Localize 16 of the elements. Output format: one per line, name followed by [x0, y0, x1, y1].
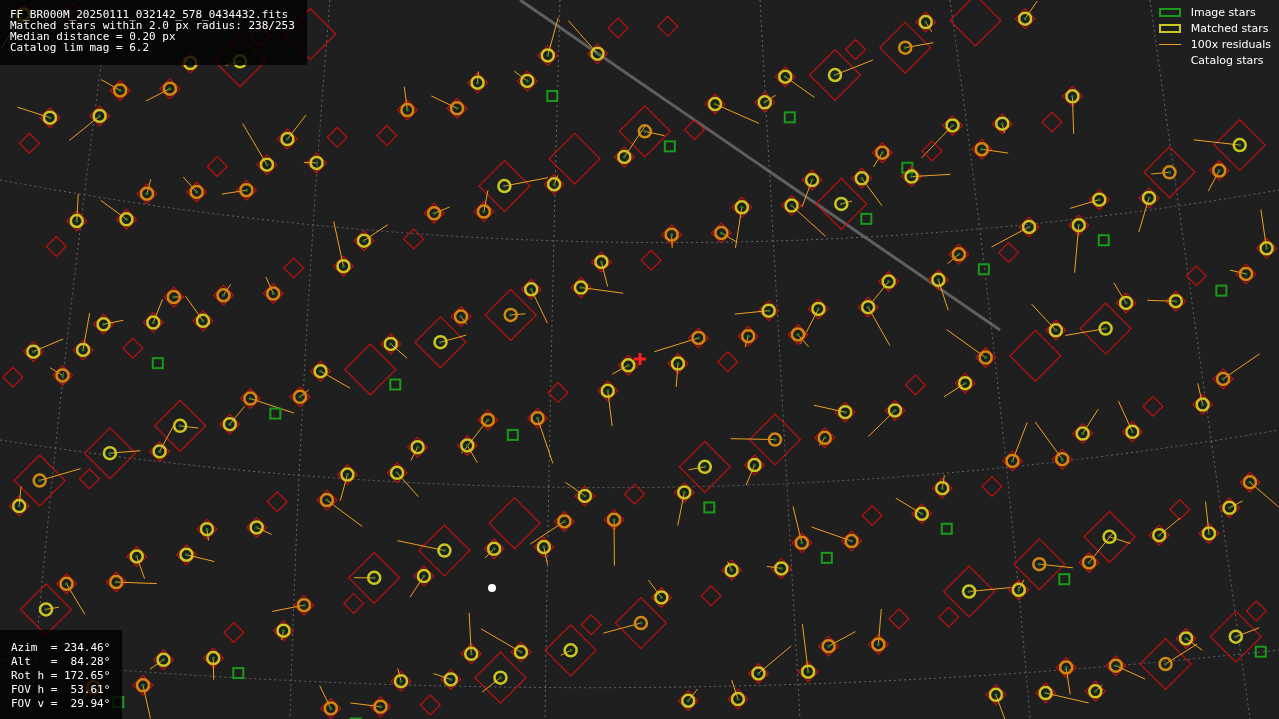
- info-text: Matched stars within 2.0 px radius: 238/253: [10, 20, 295, 31]
- info-text: Median distance = 0.20 px: [10, 31, 176, 42]
- legend-label: Matched stars: [1190, 22, 1269, 35]
- info-text: FF_BR000M_20250111_032142_578_0434432.fits: [10, 9, 290, 20]
- info-text: Catalog lim mag = 6.2: [10, 42, 151, 53]
- residual-line-icon: [1158, 44, 1181, 45]
- pointing-text: FOV h = 53.61°: [11, 683, 112, 697]
- matched-star-rectangle-icon: [1158, 24, 1181, 33]
- legend-label: Image stars: [1190, 6, 1256, 19]
- legend-label: Catalog stars: [1190, 54, 1264, 67]
- pointing-text: Azim = 234.46°: [11, 641, 112, 655]
- legend-label: 100x residuals: [1190, 38, 1271, 51]
- pointing-text: FOV v = 29.94°: [11, 697, 112, 711]
- image-star-rectangle-icon: [1158, 8, 1181, 17]
- pointing-text: Alt = 84.28°: [11, 655, 112, 669]
- pointing-text: Rot h = 172.65°: [11, 669, 112, 683]
